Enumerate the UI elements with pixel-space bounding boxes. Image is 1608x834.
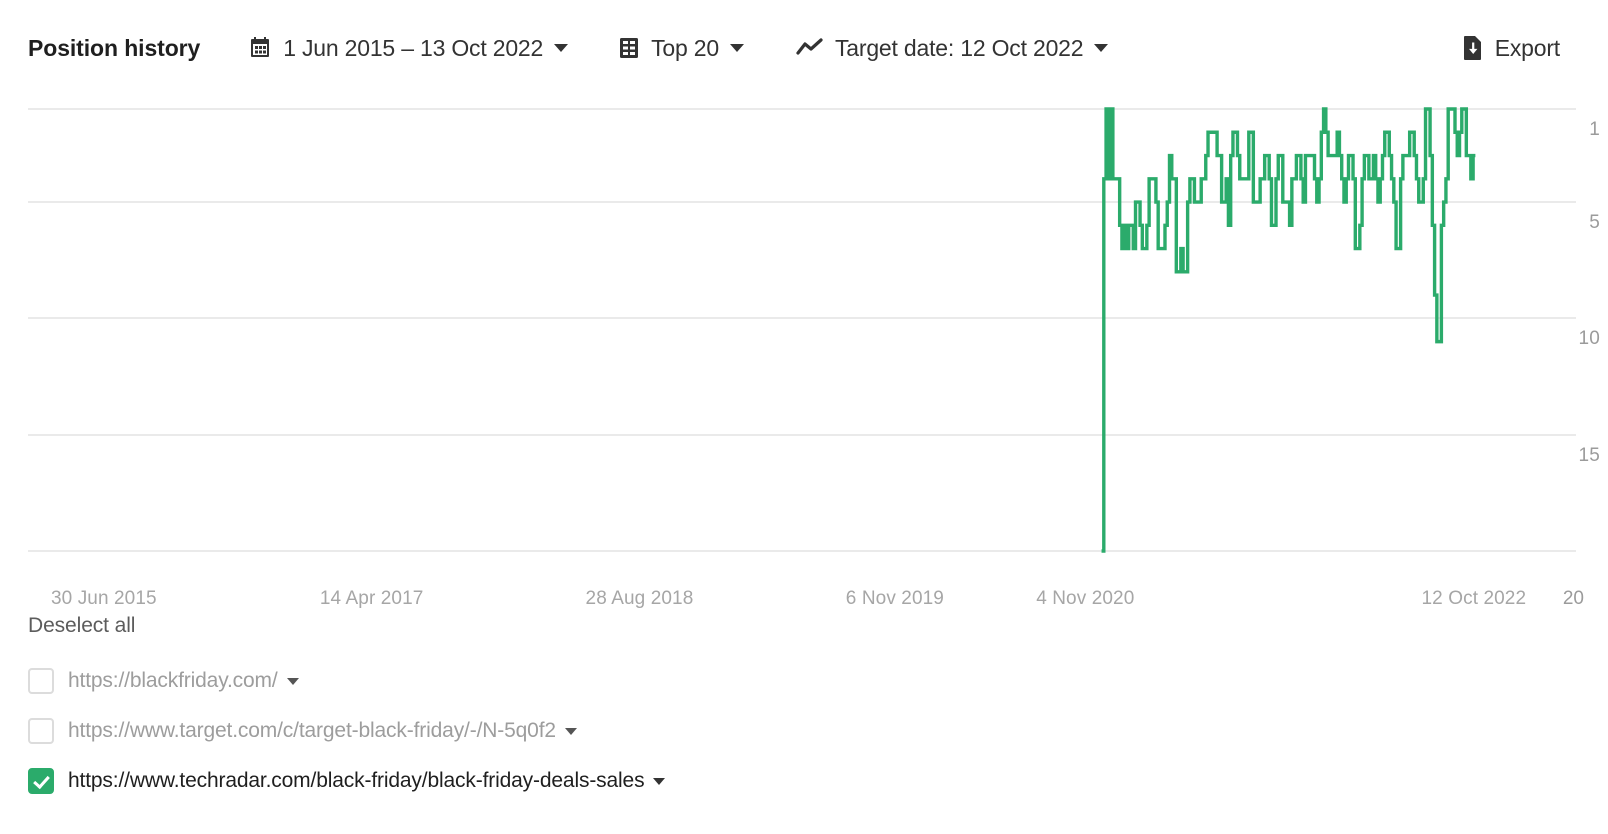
legend-item-url: https://www.target.com/c/target-black-fr… [68, 719, 556, 742]
deselect-all-button[interactable]: Deselect all [28, 614, 135, 638]
chevron-down-icon[interactable] [729, 44, 744, 52]
target-date-label: Target date: 12 Oct 2022 [834, 34, 1084, 61]
legend-item[interactable]: https://www.target.com/c/target-black-fr… [28, 706, 1588, 756]
position-history-toolbar: Position history 1 Jun 2015 – 13 Oct 202… [0, 0, 1608, 96]
chart-plot-area: 1 5 10 15 [28, 109, 1600, 551]
page-title: Position history [28, 34, 201, 61]
chevron-down-icon[interactable] [1094, 44, 1109, 52]
chart-series-layer [28, 109, 1576, 551]
series-line [1102, 109, 1476, 551]
export-label: Export [1494, 34, 1560, 61]
target-date-selector[interactable]: Target date: 12 Oct 2022 [796, 34, 1109, 62]
date-range-selector[interactable]: 1 Jun 2015 – 13 Oct 2022 [248, 34, 569, 62]
table-rows-icon [618, 36, 640, 60]
calendar-icon [248, 36, 272, 60]
file-download-icon [1462, 35, 1484, 61]
legend-list: https://blackfriday.com/https://www.targ… [28, 656, 1588, 806]
checkbox-checked[interactable] [28, 768, 54, 794]
x-axis-tick-label: 30 Jun 2015 [50, 588, 157, 609]
top-filter-selector[interactable]: Top 20 [618, 35, 744, 62]
x-axis-tick-label: 4 Nov 2020 [1036, 588, 1135, 609]
y-axis-label-bottom: 20 [1562, 588, 1584, 609]
x-axis-tick-label: 12 Oct 2022 [1421, 588, 1527, 609]
checkbox-unchecked[interactable] [28, 718, 54, 744]
chevron-down-icon[interactable] [286, 677, 299, 685]
position-history-chart: 1 5 10 15 30 Jun 2015 14 Apr 2017 28 Aug 2018… [0, 96, 1608, 609]
chevron-down-icon[interactable] [653, 777, 666, 785]
export-button[interactable]: Export [1462, 35, 1560, 62]
legend-item-url: https://www.techradar.com/black-friday/b… [68, 769, 645, 792]
x-axis-tick-label: 14 Apr 2017 [319, 588, 424, 609]
series-legend: Deselect all https://blackfriday.com/htt… [28, 614, 1588, 806]
legend-item-url: https://blackfriday.com/ [68, 669, 278, 692]
line-chart-icon [796, 37, 824, 59]
top-filter-label: Top 20 [651, 34, 719, 61]
checkbox-unchecked[interactable] [28, 668, 54, 694]
legend-item[interactable]: https://blackfriday.com/ [28, 656, 1588, 706]
x-axis-tick-label: 6 Nov 2019 [845, 588, 944, 609]
chevron-down-icon[interactable] [554, 44, 569, 52]
x-axis-tick-label: 28 Aug 2018 [585, 588, 694, 609]
date-range-label: 1 Jun 2015 – 13 Oct 2022 [283, 34, 544, 61]
legend-item[interactable]: https://www.techradar.com/black-friday/b… [28, 756, 1588, 806]
chart-x-axis: 30 Jun 2015 14 Apr 2017 28 Aug 2018 6 Nov 2… [0, 566, 1608, 609]
chevron-down-icon[interactable] [564, 727, 577, 735]
